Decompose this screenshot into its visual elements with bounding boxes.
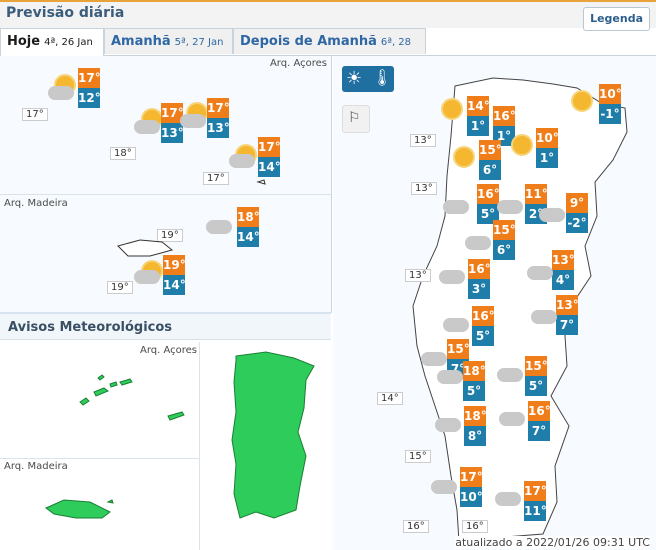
cloud-icon xyxy=(435,418,461,432)
cloud-icon xyxy=(527,266,553,280)
temp-max: 15° xyxy=(447,339,470,359)
temp-min: 3° xyxy=(468,279,490,299)
sun-icon xyxy=(441,98,463,120)
cloud-icon xyxy=(443,200,469,214)
temperature-box: 15° 6° xyxy=(493,220,516,260)
sea-temp: 16° xyxy=(403,520,429,533)
tab-tomorrow[interactable]: Amanhã 5ª, 27 Jan xyxy=(104,28,233,54)
day-tabs: Hoje 4ª, 26 Jan Amanhã 5ª, 27 Jan Depois d… xyxy=(0,28,656,75)
islands-forecast-panel: Arq. Açores Arq. Madeira 17° 18° 17° 19°… xyxy=(0,56,332,313)
temp-max: 11° xyxy=(525,184,548,204)
tab-today-label: Hoje xyxy=(7,34,41,49)
cloud-icon xyxy=(443,318,469,332)
sea-temp: 16° xyxy=(462,520,488,533)
temp-max: 18° xyxy=(463,361,486,381)
temp-max: 16° xyxy=(493,106,516,126)
temp-max: 16° xyxy=(528,401,551,421)
tab-today-date: 4ª, 26 Jan xyxy=(44,37,93,48)
tab-day-after-label: Depois de Amanhã xyxy=(240,34,377,49)
temp-min: 1° xyxy=(467,116,489,136)
sea-temp: 13° xyxy=(411,182,437,195)
temp-min: -1° xyxy=(599,104,621,124)
temp-max: 15° xyxy=(525,356,548,376)
temp-max: 16° xyxy=(472,306,495,326)
temperature-box: 9° -2° xyxy=(566,193,588,233)
tab-today[interactable]: Hoje 4ª, 26 Jan xyxy=(0,28,104,56)
temp-max: 17° xyxy=(524,481,547,501)
temperature-box: 16° 3° xyxy=(468,259,491,299)
tab-tomorrow-label: Amanhã xyxy=(111,34,171,49)
temperature-box: 18° 5° xyxy=(463,361,486,401)
temp-min: 7° xyxy=(528,421,550,441)
temperature-box: 13° 4° xyxy=(552,250,575,290)
cloud-icon xyxy=(531,310,557,324)
cloud-icon xyxy=(497,200,523,214)
top-bar: Previsão diária Legenda xyxy=(0,0,656,31)
tab-day-after[interactable]: Depois de Amanhã6ª, 28 Jan xyxy=(233,28,426,75)
temp-max: 16° xyxy=(468,259,491,279)
temp-min: 7° xyxy=(556,315,578,335)
temp-max: 18° xyxy=(464,406,487,426)
temp-min: -2° xyxy=(566,213,588,233)
temperature-box: 18° 8° xyxy=(464,406,487,446)
temperature-box: 15° 5° xyxy=(525,356,548,396)
cloud-icon xyxy=(437,370,463,384)
temp-max: 14° xyxy=(467,96,490,116)
temp-min: 1° xyxy=(536,148,558,168)
page-title: Previsão diária xyxy=(6,5,125,21)
temperature-box: 16° 7° xyxy=(528,401,551,441)
sun-icon xyxy=(453,146,475,168)
cloud-icon xyxy=(539,208,565,222)
cloud-icon xyxy=(439,270,465,284)
warnings-map[interactable] xyxy=(0,312,331,550)
last-updated: atualizado a 2022/01/26 09:31 UTC xyxy=(455,536,650,549)
temp-max: 9° xyxy=(566,193,588,213)
temperature-box: 10° -1° xyxy=(599,84,622,124)
temp-max: 15° xyxy=(479,140,502,160)
sea-temp: 14° xyxy=(377,392,403,405)
temp-min: 8° xyxy=(464,426,486,446)
temp-max: 13° xyxy=(556,295,579,315)
temp-max: 15° xyxy=(493,220,516,240)
mainland-forecast-panel: ☀ 🌡 ⚐ 13° 13° 13° 14° 15° 16° 16° 14° 1° … xyxy=(333,56,656,550)
temperature-box: 14° 1° xyxy=(467,96,490,136)
temp-min: 5° xyxy=(472,326,494,346)
temp-max: 10° xyxy=(599,84,622,104)
warnings-panel: Avisos Meteorológicos Arq. Açores Arq. M… xyxy=(0,312,331,550)
temperature-box: 13° 7° xyxy=(556,295,579,335)
temp-min: 5° xyxy=(525,376,547,396)
temp-max: 10° xyxy=(536,128,559,148)
cloud-icon xyxy=(465,236,491,250)
cloud-icon xyxy=(499,412,525,426)
temp-min: 10° xyxy=(460,487,483,507)
cloud-icon xyxy=(431,480,457,494)
tab-tomorrow-date: 5ª, 27 Jan xyxy=(174,37,224,48)
temp-max: 17° xyxy=(460,467,483,487)
sun-icon xyxy=(571,90,593,112)
temp-max: 16° xyxy=(477,184,500,204)
cloud-icon xyxy=(497,368,523,382)
temp-min: 6° xyxy=(493,240,515,260)
temperature-box: 17° 10° xyxy=(460,467,483,507)
temperature-box: 16° 5° xyxy=(472,306,495,346)
sea-temp: 13° xyxy=(405,269,431,282)
temp-min: 6° xyxy=(479,160,501,180)
temperature-box: 17° 11° xyxy=(524,481,547,521)
temperature-box: 16° 5° xyxy=(477,184,500,224)
islands-outline xyxy=(117,179,266,257)
sea-temp: 15° xyxy=(405,450,431,463)
temp-min: 4° xyxy=(552,270,574,290)
cloud-icon xyxy=(421,352,447,366)
temp-max: 13° xyxy=(552,250,575,270)
temp-min: 11° xyxy=(524,501,547,521)
temperature-box: 10° 1° xyxy=(536,128,559,168)
sun-icon xyxy=(511,134,533,156)
cloud-icon xyxy=(495,492,521,506)
temp-min: 5° xyxy=(463,381,485,401)
temperature-box: 15° 6° xyxy=(479,140,502,180)
sea-temp: 13° xyxy=(410,134,436,147)
